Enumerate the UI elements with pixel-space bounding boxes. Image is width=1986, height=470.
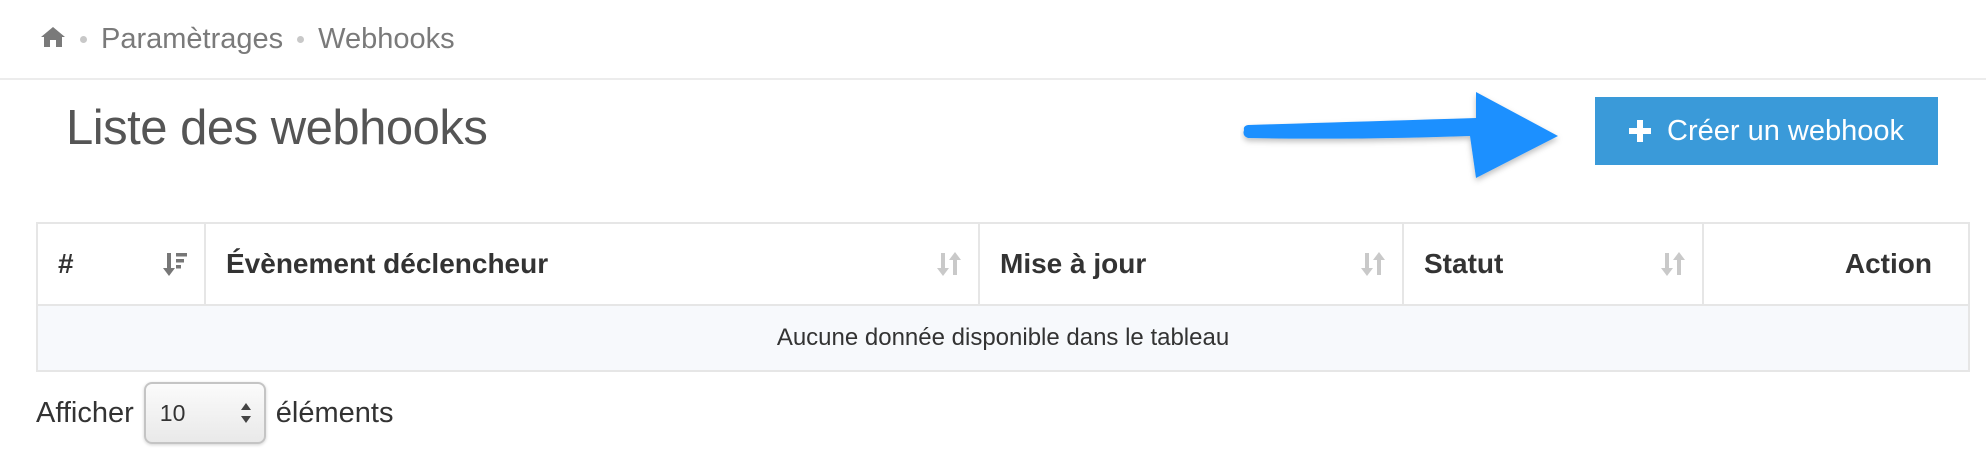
page-length-value: 10: [159, 399, 186, 426]
sort-desc-icon: [163, 253, 187, 276]
page-title: Liste des webhooks: [66, 101, 488, 155]
page-length-select[interactable]: 10: [143, 382, 266, 444]
column-header-label: Action: [1844, 248, 1932, 279]
breadcrumb-separator: [80, 35, 87, 43]
column-header-label: Statut: [1424, 248, 1504, 279]
column-header-event[interactable]: Évènement déclencheur: [204, 222, 980, 306]
column-header-id[interactable]: #: [36, 222, 206, 306]
webhooks-table: # Évènement déclencheur Mise à jour Stat…: [36, 222, 1970, 372]
breadcrumb: Paramètrages Webhooks: [0, 0, 1986, 80]
create-webhook-button[interactable]: Créer un webhook: [1595, 97, 1938, 165]
breadcrumb-item-parametrages[interactable]: Paramètrages: [101, 23, 283, 56]
plus-icon: [1629, 120, 1651, 142]
create-webhook-label: Créer un webhook: [1667, 114, 1904, 147]
sort-icon: [1661, 252, 1685, 276]
column-header-action: Action: [1702, 222, 1970, 306]
column-header-label: #: [58, 248, 74, 279]
breadcrumb-item-webhooks: Webhooks: [318, 22, 455, 55]
annotation-arrow-icon: [1243, 92, 1558, 178]
table-row: Aucune donnée disponible dans le tableau: [36, 304, 1970, 372]
sort-icon: [937, 252, 961, 276]
sort-icon: [1361, 252, 1385, 276]
select-arrows-icon: [240, 403, 251, 423]
page-length-control: Afficher 10 éléments: [36, 382, 393, 444]
column-header-updated[interactable]: Mise à jour: [978, 222, 1404, 306]
column-header-label: Évènement déclencheur: [226, 248, 549, 279]
empty-table-message: Aucune donnée disponible dans le tableau: [36, 304, 1970, 372]
table-header-row: # Évènement déclencheur Mise à jour Stat…: [36, 222, 1970, 306]
page-length-prefix: Afficher: [36, 396, 134, 429]
column-header-label: Mise à jour: [1000, 248, 1147, 279]
breadcrumb-separator: [297, 35, 305, 43]
page-length-suffix: éléments: [275, 396, 394, 429]
column-header-status[interactable]: Statut: [1402, 222, 1704, 306]
home-icon[interactable]: [40, 27, 66, 49]
